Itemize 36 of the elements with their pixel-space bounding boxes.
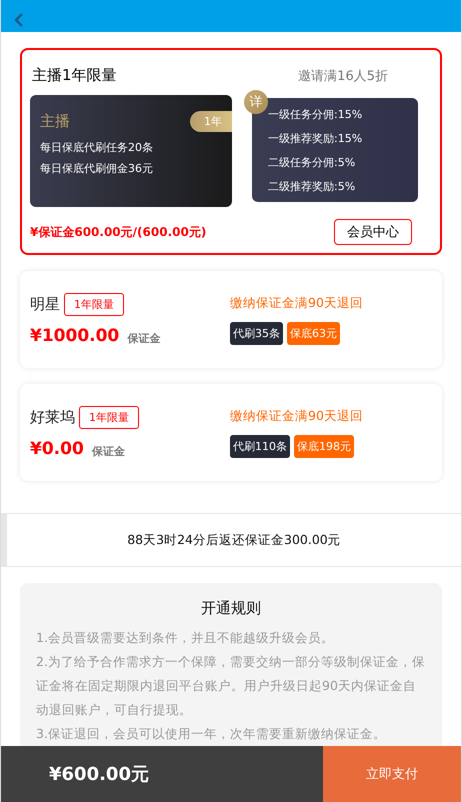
back-icon[interactable]: [13, 12, 25, 28]
duration-badge: 1年: [190, 111, 232, 132]
refund-note: 缴纳保证金满90天退回: [230, 408, 363, 424]
tier-name: 主播: [40, 112, 70, 131]
price-label: 保证金: [127, 330, 160, 346]
rule-text: 2.为了给予合作需求方一个保障，需要交纳一部分等级制保证金，保证金将在固定期限内退回平台账户。用户升级日起90天内保证金自动退回账户，可自行提现。: [36, 653, 426, 719]
perk-text: 二级推荐奖励:5%: [268, 178, 356, 194]
benefit-tag: 代刷110条: [230, 434, 290, 458]
benefit-tag: 代刷35条: [230, 322, 283, 344]
plan-card[interactable]: 好莱坞 1年限量 ¥0.00 保证金 缴纳保证金满90天退回 代刷110条 保底198元: [20, 384, 442, 481]
rule-text: 3.保证退回，会员可以使用一年，次年需要重新缴纳保证金。: [36, 725, 387, 743]
countdown-text: 88天3时24分后返还保证金300.00元: [127, 532, 341, 548]
benefit-tag: 保底63元: [287, 322, 340, 344]
plan-card[interactable]: 明星 1年限量 ¥1000.00 保证金 缴纳保证金满90天退回 代刷35条 保底63元: [20, 271, 442, 368]
perk-text: 二级任务分佣:5%: [268, 154, 356, 170]
benefit-tag: 保底198元: [294, 434, 354, 458]
rule-text: 1.会员晋级需要达到条件，并且不能越级升级会员。: [36, 629, 335, 647]
total-price: ¥600.00元: [49, 763, 149, 786]
deposit-text: ¥保证金600.00元/(600.00元): [30, 224, 206, 240]
plan-title: 明星: [30, 295, 60, 314]
perk-text: 一级推荐奖励:15%: [268, 130, 364, 146]
tier-benefit: 每日保底代刷佣金36元: [40, 161, 154, 176]
limit-tag: 1年限量: [64, 293, 124, 316]
member-center-button[interactable]: 会员中心: [334, 219, 412, 245]
plan-title: 主播1年限量: [32, 66, 117, 85]
price-label: 保证金: [92, 444, 125, 458]
perk-text: 一级任务分佣:15%: [268, 106, 364, 122]
plan-card[interactable]: 主播1年限量 邀请满16人5折 主播 1年 每日保底代刷任务20条 每日保底代刷佣金36元 详 一级任务分佣:15% 一级推荐奖励:15% 二级任务分佣:5% 二级推荐奖励:5% ¥保证金600.00元/(600.00元) 会员中心: [20, 48, 442, 255]
limit-tag: 1年限量: [79, 406, 139, 429]
rules-title: 开通规则: [201, 599, 261, 618]
price: ¥0.00: [30, 439, 84, 459]
refund-note: 缴纳保证金满90天退回: [230, 294, 363, 312]
invite-note: 邀请满16人5折: [298, 68, 388, 84]
price: ¥1000.00: [30, 326, 120, 346]
tier-benefit: 每日保底代刷任务20条: [40, 140, 154, 155]
plan-title: 好莱坞: [30, 408, 75, 427]
